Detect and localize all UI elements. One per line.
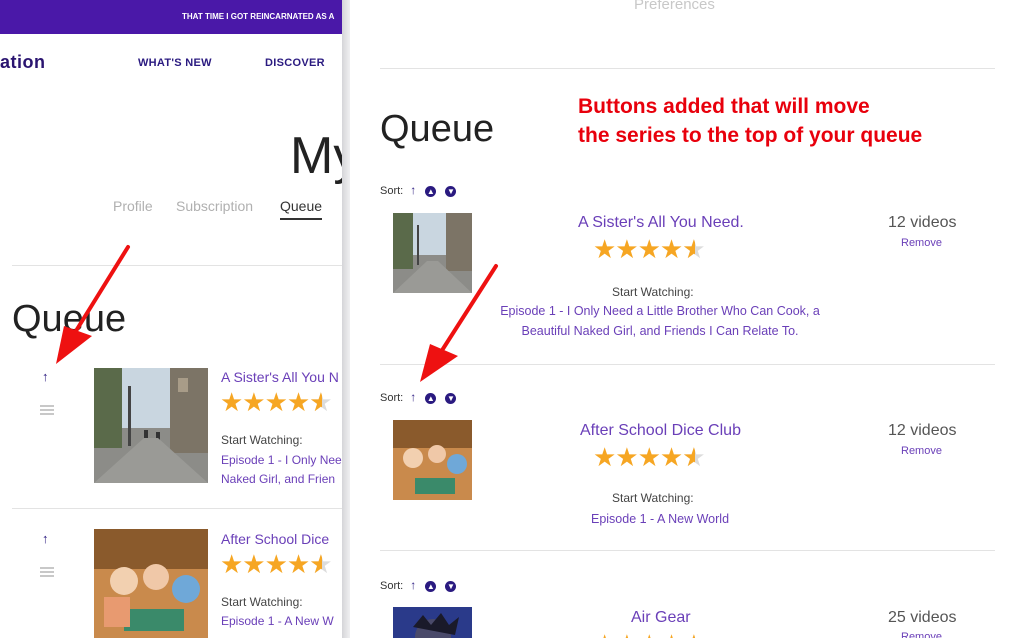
panel-separator xyxy=(342,0,350,638)
annotation-arrow-icon xyxy=(56,245,130,364)
annotation-arrow-icon xyxy=(420,264,498,382)
modified-queue-page: Preferences Queue Buttons added that wil… xyxy=(350,0,1020,638)
original-queue-page: THAT TIME I GOT REINCARNATED AS A ation … xyxy=(0,0,342,638)
